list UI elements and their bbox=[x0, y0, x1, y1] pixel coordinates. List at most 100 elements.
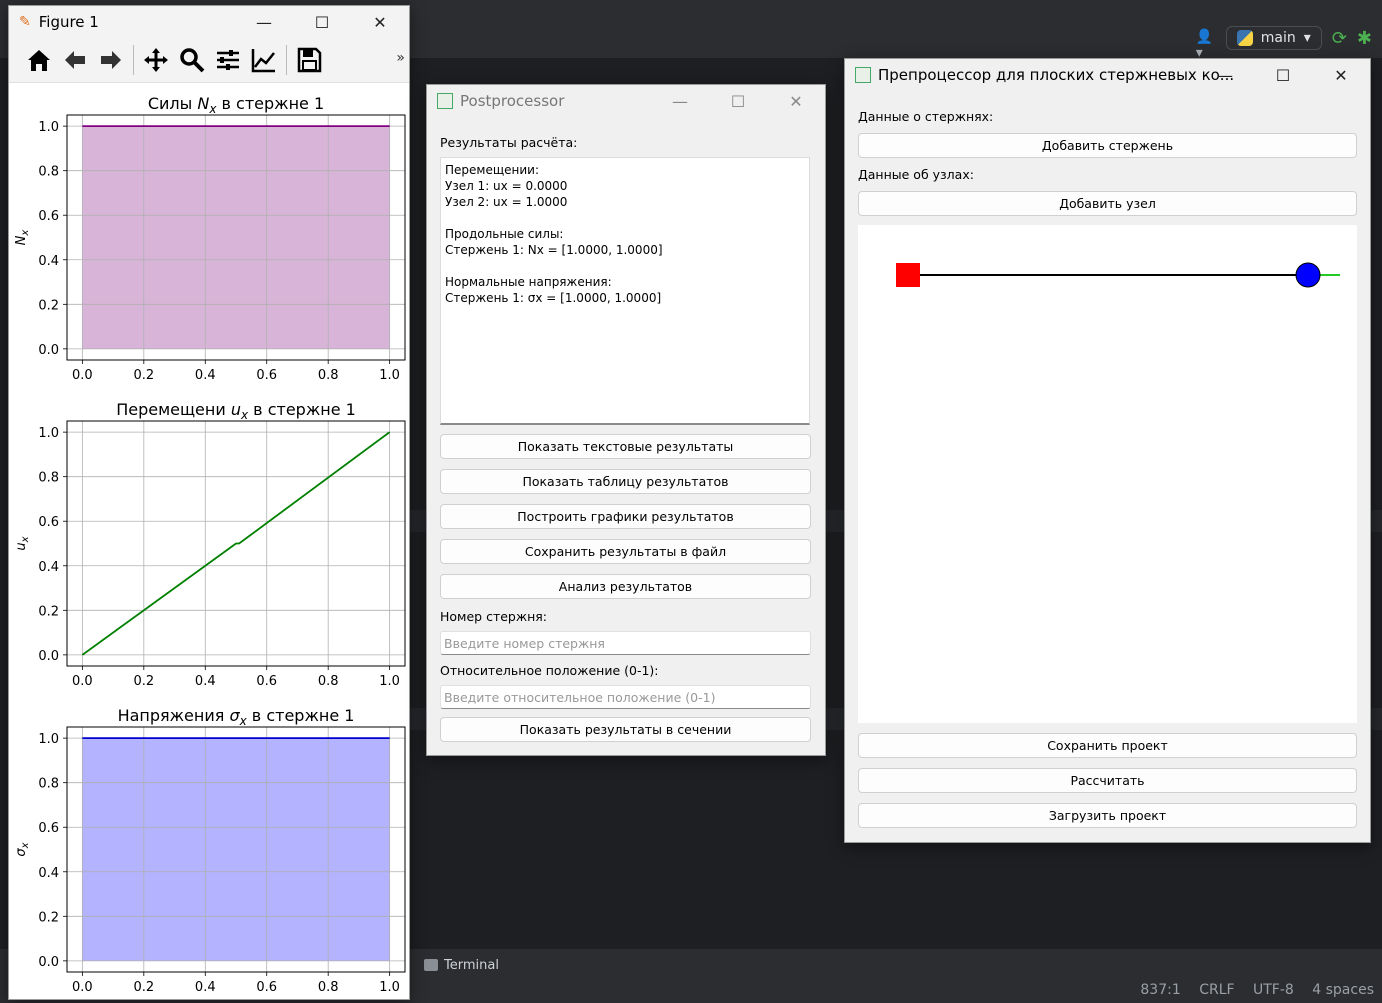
x-tick-label: 0.2 bbox=[133, 980, 154, 995]
add-rod-button[interactable]: Добавить стержень bbox=[858, 133, 1357, 158]
preprocessor-title: Препроцессор для плоских стержневых ко..… bbox=[878, 66, 1235, 84]
y-tick-label: 0.2 bbox=[38, 910, 59, 925]
y-tick-label: 0.4 bbox=[38, 560, 59, 575]
analysis-button[interactable]: Анализ результатов bbox=[440, 574, 811, 599]
close-button[interactable]: ✕ bbox=[767, 85, 825, 117]
x-tick-label: 0.4 bbox=[195, 674, 216, 689]
minimize-button[interactable]: — bbox=[235, 6, 293, 38]
plot-results-button[interactable]: Построить графики результатов bbox=[440, 504, 811, 529]
fixed-support[interactable] bbox=[896, 263, 920, 287]
x-tick-label: 0.6 bbox=[256, 368, 277, 383]
chart-title: Перемещени ux в стержне 1 bbox=[116, 400, 356, 422]
y-tick-label: 0.8 bbox=[38, 471, 59, 486]
preprocessor-window: Препроцессор для плоских стержневых ко..… bbox=[844, 58, 1371, 843]
y-tick-label: 1.0 bbox=[38, 732, 59, 747]
maximize-button[interactable]: ☐ bbox=[293, 6, 351, 38]
calculate-button[interactable]: Рассчитать bbox=[858, 768, 1357, 793]
pan-icon[interactable] bbox=[138, 42, 174, 78]
minimize-button[interactable]: — bbox=[651, 85, 709, 117]
configure-icon[interactable] bbox=[210, 42, 246, 78]
maximize-button[interactable]: ☐ bbox=[709, 85, 767, 117]
zoom-icon[interactable] bbox=[174, 42, 210, 78]
show-text-results-button[interactable]: Показать текстовые результаты bbox=[440, 434, 811, 459]
y-axis-label: σx bbox=[14, 842, 31, 856]
load-project-button[interactable]: Загрузить проект bbox=[858, 803, 1357, 828]
show-section-results-button[interactable]: Показать результаты в сечении bbox=[440, 717, 811, 742]
x-tick-label: 1.0 bbox=[379, 674, 400, 689]
edit-axes-icon[interactable] bbox=[246, 42, 282, 78]
y-tick-label: 0.2 bbox=[38, 604, 59, 619]
x-tick-label: 0.6 bbox=[256, 674, 277, 689]
position-input[interactable]: Введите относительное положение (0-1) bbox=[440, 685, 811, 709]
figure-window: ✎ Figure 1 — ☐ ✕ » Силы Nx в стержне 1 0.… bbox=[8, 5, 410, 1000]
save-project-button[interactable]: Сохранить проект bbox=[858, 733, 1357, 758]
close-button[interactable]: ✕ bbox=[1312, 59, 1370, 91]
x-tick-label: 0.4 bbox=[195, 368, 216, 383]
x-tick-label: 0.0 bbox=[72, 368, 93, 383]
user-icon[interactable]: 👤▾ bbox=[1196, 29, 1216, 61]
y-tick-label: 0.4 bbox=[38, 254, 59, 269]
area-fill bbox=[82, 738, 390, 961]
structure-drawing bbox=[896, 262, 1340, 288]
preprocessor-titlebar: Препроцессор для плоских стержневых ко..… bbox=[845, 59, 1370, 91]
y-tick-label: 0.8 bbox=[38, 165, 59, 180]
forward-icon[interactable] bbox=[93, 42, 129, 78]
toolbar-overflow[interactable]: » bbox=[396, 50, 405, 66]
minimize-button[interactable]: — bbox=[1196, 59, 1254, 91]
chart-title: Напряжения σx в стержне 1 bbox=[118, 706, 355, 728]
rerun-icon[interactable]: ⟳ bbox=[1332, 28, 1347, 49]
y-tick-label: 0.6 bbox=[38, 515, 59, 530]
add-node-button[interactable]: Добавить узел bbox=[858, 191, 1357, 216]
results-label: Результаты расчёта: bbox=[440, 135, 578, 150]
rod-number-input[interactable]: Введите номер стержня bbox=[440, 631, 811, 655]
x-tick-label: 1.0 bbox=[379, 980, 400, 995]
y-tick-label: 1.0 bbox=[38, 120, 59, 135]
chart-title: Силы Nx в стержне 1 bbox=[148, 94, 324, 116]
rod-number-label: Номер стержня: bbox=[440, 609, 548, 624]
y-tick-label: 0.2 bbox=[38, 298, 59, 313]
home-icon[interactable] bbox=[21, 42, 57, 78]
structure-canvas[interactable] bbox=[858, 225, 1357, 723]
y-tick-label: 0.6 bbox=[38, 209, 59, 224]
x-tick-label: 0.4 bbox=[195, 980, 216, 995]
branch-selector[interactable]: main ▾ bbox=[1225, 26, 1322, 50]
y-tick-label: 0.4 bbox=[38, 866, 59, 881]
toolbar-separator bbox=[133, 45, 134, 75]
back-icon[interactable] bbox=[57, 42, 93, 78]
y-tick-label: 0.0 bbox=[38, 649, 59, 664]
show-table-button[interactable]: Показать таблицу результатов bbox=[440, 469, 811, 494]
branch-label: main bbox=[1260, 30, 1296, 46]
debug-icon[interactable]: ✱ bbox=[1357, 28, 1372, 49]
status-info: 837:1 CRLF UTF-8 4 spaces bbox=[1126, 982, 1374, 998]
matplotlib-icon: ✎ bbox=[19, 14, 31, 30]
figure-title: Figure 1 bbox=[38, 13, 99, 31]
terminal-icon bbox=[424, 959, 438, 971]
results-textarea[interactable]: Перемещении: Узел 1: ux = 0.0000 Узел 2:… bbox=[440, 157, 810, 425]
node-marker[interactable] bbox=[1295, 262, 1321, 288]
x-tick-label: 0.8 bbox=[318, 368, 339, 383]
x-tick-label: 0.2 bbox=[133, 368, 154, 383]
rods-label: Данные о стержнях: bbox=[858, 109, 994, 124]
postprocessor-titlebar: Postprocessor — ☐ ✕ bbox=[427, 85, 825, 117]
save-results-button[interactable]: Сохранить результаты в файл bbox=[440, 539, 811, 564]
file-encoding[interactable]: UTF-8 bbox=[1253, 982, 1294, 998]
plots-canvas[interactable]: Силы Nx в стержне 1 0.0 0.2 0.4 0.6 0.8 1.0 0.0… bbox=[9, 83, 407, 998]
cursor-position[interactable]: 837:1 bbox=[1140, 982, 1180, 998]
x-tick-label: 0.8 bbox=[318, 674, 339, 689]
ide-toolbar: 👤▾ main ▾ ⟳ ✱ bbox=[1196, 24, 1372, 61]
nodes-label: Данные об узлах: bbox=[858, 167, 974, 182]
postprocessor-title: Postprocessor bbox=[460, 92, 565, 110]
position-label: Относительное положение (0-1): bbox=[440, 663, 659, 678]
indent-setting[interactable]: 4 spaces bbox=[1312, 982, 1374, 998]
chevron-down-icon: ▾ bbox=[1303, 30, 1311, 46]
save-icon[interactable] bbox=[291, 42, 327, 78]
line-separator[interactable]: CRLF bbox=[1199, 982, 1234, 998]
python-icon bbox=[1236, 30, 1253, 46]
figure-titlebar: ✎ Figure 1 — ☐ ✕ bbox=[9, 6, 409, 38]
close-button[interactable]: ✕ bbox=[351, 6, 409, 38]
terminal-tab[interactable]: Terminal bbox=[424, 958, 499, 973]
x-tick-label: 0.0 bbox=[72, 674, 93, 689]
y-tick-label: 1.0 bbox=[38, 426, 59, 441]
maximize-button[interactable]: ☐ bbox=[1254, 59, 1312, 91]
y-tick-label: 0.6 bbox=[38, 821, 59, 836]
